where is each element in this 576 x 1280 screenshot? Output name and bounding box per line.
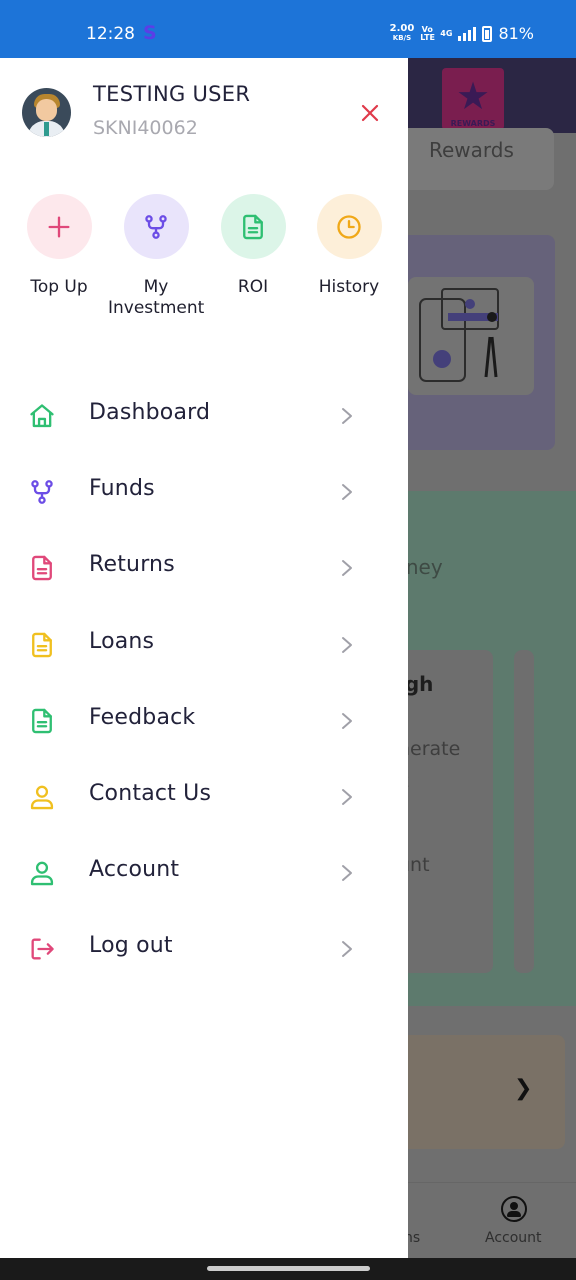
home-indicator[interactable] [207, 1266, 370, 1271]
menu-item-label: Feedback [89, 704, 196, 730]
menu-item-returns[interactable]: Returns [0, 538, 408, 598]
quick-action-history[interactable]: History [301, 194, 397, 298]
account-icon [501, 1196, 527, 1222]
signal-icon [458, 26, 477, 41]
plan-card-line: nerate [408, 738, 461, 760]
menu-item-label: Dashboard [89, 400, 211, 425]
bottom-nav-label: ns [408, 1230, 421, 1246]
chevron-right-icon [340, 635, 354, 655]
menu-item-label: Loans [89, 628, 155, 654]
plan-card-line: unt [408, 854, 430, 876]
menu-item-contact-us[interactable]: Contact Us [0, 767, 408, 827]
logout-icon [28, 935, 56, 963]
background-app-scrim[interactable]: ★ REWARDS Rewards rney igh nerate 2 unt … [408, 58, 576, 1258]
rewards-badge: ★ REWARDS [442, 68, 504, 130]
battery-icon [482, 25, 493, 42]
quick-action-label: My Investment [108, 277, 205, 318]
star-icon: ★ [455, 74, 491, 118]
menu-item-funds[interactable]: Funds [0, 462, 408, 522]
plan-card-next [514, 650, 534, 973]
quick-action-roi[interactable]: ROI [205, 194, 301, 298]
navigation-drawer: TESTING USER SKNI40062 Top Up My Investme… [0, 58, 408, 1258]
menu-item-account[interactable]: Account [0, 843, 408, 903]
network-type: 4G [440, 28, 453, 38]
chevron-right-icon [340, 711, 354, 731]
chevron-right-icon [340, 482, 354, 502]
rewards-label: Rewards [429, 138, 514, 162]
promo-illustration [408, 277, 534, 395]
home-icon [28, 402, 56, 430]
status-bar: 12:28 S 2.00 KB/S Vo LTE 4G 81% [0, 0, 576, 58]
menu-item-feedback[interactable]: Feedback [0, 691, 408, 751]
fork-icon [123, 194, 189, 259]
network-speed-value: 2.00 [389, 23, 415, 34]
user-name: TESTING USER [93, 82, 251, 106]
menu-item-label: Returns [89, 552, 175, 578]
menu-item-label: Account [89, 857, 180, 883]
status-time: 12:28 [86, 24, 135, 44]
user-icon [28, 783, 56, 811]
volte-indicator: Vo LTE [420, 24, 435, 42]
close-button[interactable] [358, 101, 382, 125]
chevron-right-icon [340, 939, 354, 959]
user-id: SKNI40062 [93, 117, 198, 139]
network-speed-unit: KB/S [392, 34, 412, 42]
fork-icon [28, 478, 56, 506]
payment-illustration-icon [419, 288, 499, 382]
status-indicators: 2.00 KB/S Vo LTE 4G 81% [390, 24, 534, 44]
quick-action-label: History [318, 277, 380, 297]
battery-percent: 81% [498, 24, 534, 43]
bottom-nav-account-label: Account [485, 1230, 542, 1246]
plus-icon [26, 194, 92, 259]
quick-action-label: ROI [237, 277, 269, 297]
chevron-right-icon [340, 863, 354, 883]
document-icon [28, 554, 56, 582]
menu-item-dashboard[interactable]: Dashboard [0, 386, 408, 446]
journey-text: rney [408, 555, 443, 579]
menu-item-log-out[interactable]: Log out [0, 919, 408, 979]
menu-item-label: Contact Us [89, 781, 212, 806]
rewards-badge-text: REWARDS [450, 119, 496, 128]
user-icon [28, 859, 56, 887]
quick-action-top-up[interactable]: Top Up [11, 194, 107, 298]
document-icon [28, 707, 56, 735]
document-icon [28, 631, 56, 659]
avatar [22, 88, 71, 137]
quick-action-label: Top Up [30, 277, 88, 297]
quick-action-my-investment[interactable]: My Investment [108, 194, 204, 319]
network-speed: 2.00 KB/S [390, 24, 415, 43]
menu-item-label: Log out [89, 933, 173, 959]
bottom-nav [408, 1182, 576, 1258]
clock-icon [316, 194, 382, 259]
chevron-right-icon: ❯ [514, 1076, 533, 1101]
chevron-right-icon [340, 787, 354, 807]
document-icon [220, 194, 286, 259]
plan-card [408, 650, 493, 973]
close-icon [361, 104, 379, 122]
chevron-right-icon [340, 558, 354, 578]
action-card [408, 1035, 565, 1149]
system-nav-bar [0, 1258, 576, 1280]
chevron-right-icon [340, 406, 354, 426]
menu-item-loans[interactable]: Loans [0, 615, 408, 675]
app-notification-icon: S [143, 22, 157, 44]
plan-card-title: igh [408, 672, 434, 696]
menu-item-label: Funds [89, 476, 155, 502]
plan-card-line: 2 [408, 770, 410, 792]
